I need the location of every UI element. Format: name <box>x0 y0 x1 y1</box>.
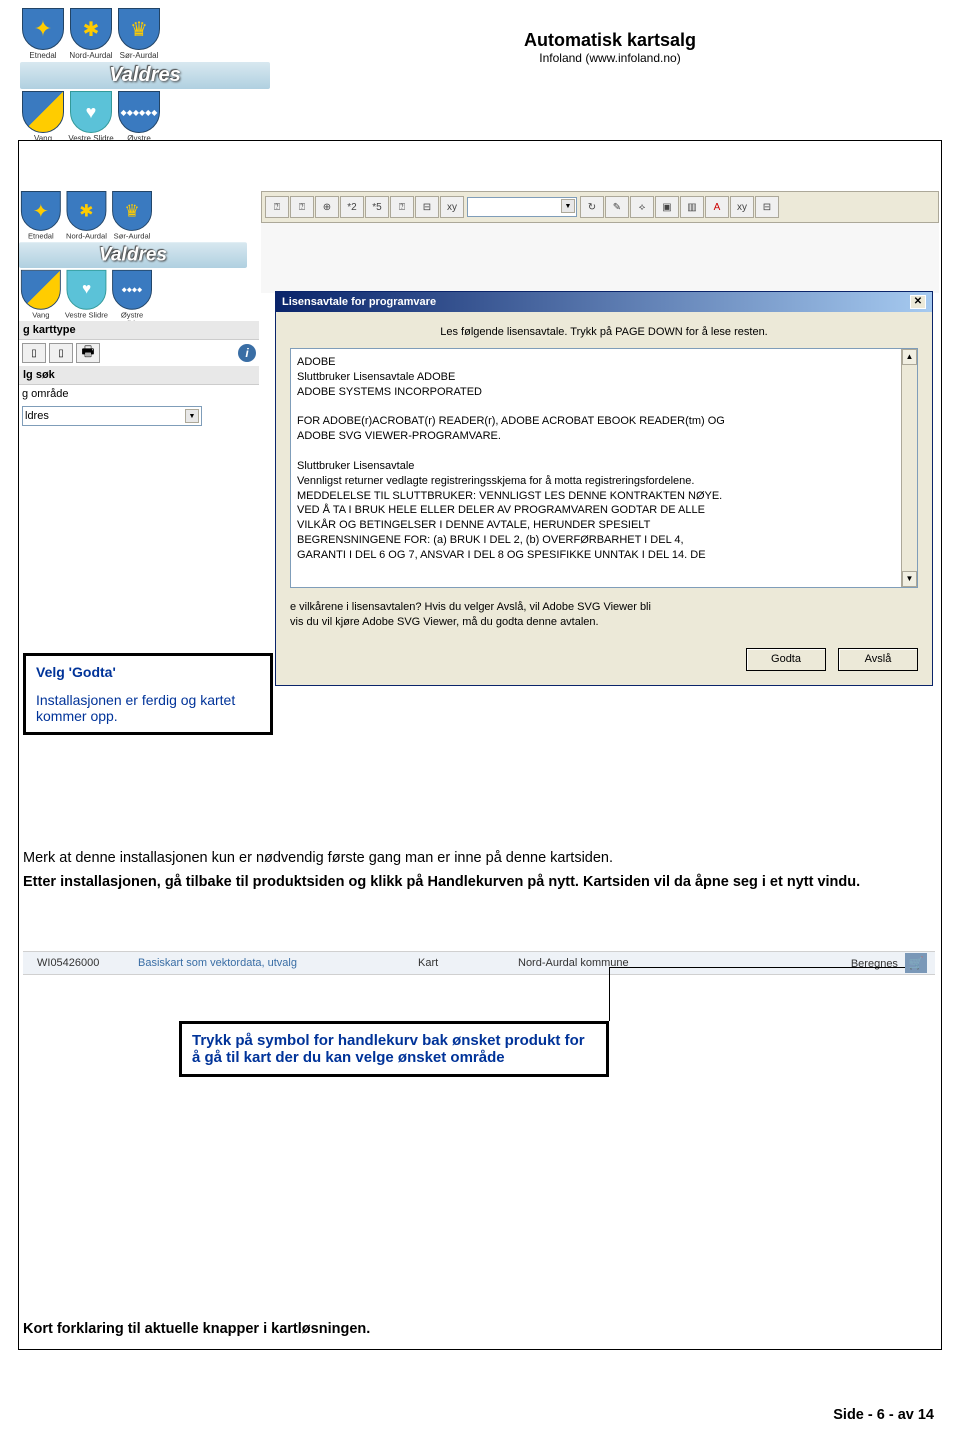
main-content-frame: ✦Etnedal ✱Nord-Aurdal ♛Sør-Aurdal Valdre… <box>18 140 942 1350</box>
toolbar-btn[interactable]: *2 <box>340 196 364 218</box>
body-p1: Merk at denne installasjonen kun er nødv… <box>23 849 933 869</box>
page-footer: Side - 6 - av 14 <box>833 1407 934 1423</box>
page-header: Automatisk kartsalg Infoland (www.infola… <box>280 30 940 65</box>
callout-pointer-line <box>609 967 905 968</box>
toolbar-btn[interactable]: ⍰ <box>390 196 414 218</box>
dialog-title-text: Lisensavtale for programvare <box>282 296 436 308</box>
page-title: Automatisk kartsalg <box>280 30 940 51</box>
toolbar-btn[interactable]: ▣ <box>655 196 679 218</box>
omrade-label: g område <box>22 388 68 400</box>
left-panel: g karttype ▯ ▯ 🖶 i lg søk g område ldres… <box>19 321 259 401</box>
toolbar-btn[interactable]: *5 <box>365 196 389 218</box>
accept-button[interactable]: Godta <box>746 648 826 671</box>
callout-cart: Trykk på symbol for handlekurv bak ønske… <box>179 1021 609 1077</box>
cart-icon[interactable]: 🛒 <box>905 953 927 973</box>
dialog-question: e vilkårene i lisensavtalen? Hvis du vel… <box>276 588 932 642</box>
toolbar-btn[interactable]: xy <box>440 196 464 218</box>
panel-btn[interactable]: ▯ <box>22 343 46 363</box>
license-textbox[interactable]: ADOBESluttbruker Lisensavtale ADOBEADOBE… <box>290 348 918 588</box>
toolbar-dropdown[interactable]: ▼ <box>467 197 577 217</box>
toolbar-btn[interactable]: ⊟ <box>755 196 779 218</box>
toolbar-btn[interactable]: ▥ <box>680 196 704 218</box>
dialog-instruction: Les følgende lisensavtale. Trykk på PAGE… <box>276 312 932 348</box>
scroll-down-icon[interactable]: ▼ <box>902 571 917 587</box>
toolbar-btn[interactable]: ↻ <box>580 196 604 218</box>
print-icon[interactable]: 🖶 <box>76 343 100 363</box>
product-code: WI05426000 <box>23 957 138 969</box>
valdres-label: Valdres <box>20 62 270 89</box>
logo-cluster: ✦ Etnedal ✱ Nord-Aurdal ♛ Sør-Aurdal Val… <box>20 8 270 154</box>
product-row-cut <box>23 975 935 993</box>
callout-pointer-line <box>609 967 610 1021</box>
shield-sor-aurdal: ♛ Sør-Aurdal <box>116 8 162 60</box>
toolbar-btn[interactable]: ⊟ <box>415 196 439 218</box>
shield-etnedal: ✦ Etnedal <box>20 8 66 60</box>
toolbar-btn[interactable]: ⍰ <box>290 196 314 218</box>
product-name[interactable]: Basiskart som vektordata, utvalg <box>138 957 418 969</box>
license-dialog: Lisensavtale for programvare ✕ Les følge… <box>275 291 933 686</box>
sok-header: lg søk <box>19 366 259 385</box>
omrade-select[interactable]: ldres ▼ <box>22 406 202 426</box>
product-price: Beregnes <box>851 958 898 970</box>
product-type: Kart <box>418 957 518 969</box>
callout-body: Trykk på symbol for handlekurv bak ønske… <box>192 1032 596 1066</box>
toolbar-btn[interactable]: A <box>705 196 729 218</box>
close-icon[interactable]: ✕ <box>910 295 926 309</box>
toolbar-btn[interactable]: xy <box>730 196 754 218</box>
toolbar-btn[interactable]: ✎ <box>605 196 629 218</box>
callout-body: Installasjonen er ferdig og kartet komme… <box>36 692 260 724</box>
dialog-titlebar: Lisensavtale for programvare ✕ <box>276 292 932 312</box>
bottom-heading: Kort forklaring til aktuelle knapper i k… <box>23 1321 370 1337</box>
callout-heading: Velg 'Godta' <box>36 664 260 680</box>
page-subtitle: Infoland (www.infoland.no) <box>280 51 940 65</box>
scrollbar[interactable]: ▲ ▼ <box>901 349 917 587</box>
panel-btn[interactable]: ▯ <box>49 343 73 363</box>
callout-godta: Velg 'Godta' Installasjonen er ferdig og… <box>23 653 273 735</box>
info-icon[interactable]: i <box>238 344 256 362</box>
body-text: Merk at denne installasjonen kun er nødv… <box>23 849 933 896</box>
toolbar-btn[interactable]: ⟡ <box>630 196 654 218</box>
shield-nord-aurdal: ✱ Nord-Aurdal <box>68 8 114 60</box>
product-row: WI05426000 Basiskart som vektordata, utv… <box>23 951 935 975</box>
toolbar-btn[interactable]: ⊕ <box>315 196 339 218</box>
decline-button[interactable]: Avslå <box>838 648 918 671</box>
map-toolbar: ⍰ ⍰ ⊕ *2 *5 ⍰ ⊟ xy ▼ ↻ ✎ ⟡ ▣ ▥ A xy ⊟ <box>261 191 939 223</box>
scroll-up-icon[interactable]: ▲ <box>902 349 917 365</box>
body-p2: Etter installasjonen, gå tilbake til pro… <box>23 873 933 893</box>
toolbar-btn[interactable]: ⍰ <box>265 196 289 218</box>
karttype-header: g karttype <box>19 321 259 340</box>
